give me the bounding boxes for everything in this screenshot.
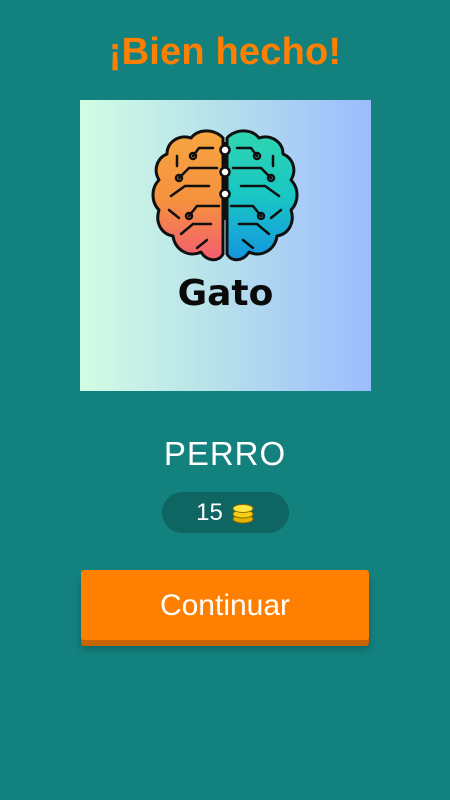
answer-word: PERRO	[163, 435, 287, 472]
page-title: ¡Bien hecho!	[108, 31, 342, 73]
level-complete-screen: ¡Bien hecho! Gato PERRO 15 Continuar	[0, 0, 450, 800]
coins-icon	[232, 503, 254, 523]
quiz-image-card: Gato	[80, 100, 371, 391]
brain-icon	[151, 129, 299, 262]
card-word-label: Gato	[177, 273, 274, 314]
coin-count: 15	[196, 499, 223, 526]
continue-button[interactable]: Continuar	[81, 570, 369, 640]
coin-balance-badge: 15	[162, 492, 289, 533]
